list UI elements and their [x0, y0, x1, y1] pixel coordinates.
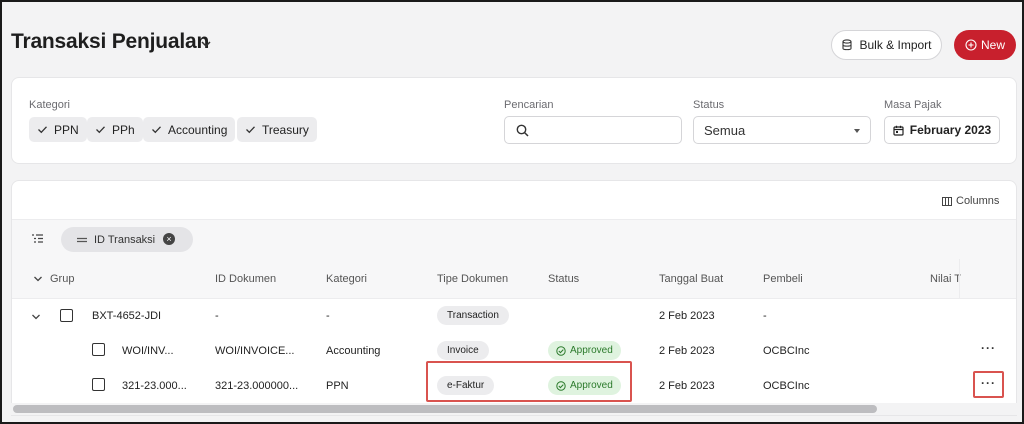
close-icon[interactable]: × [163, 233, 175, 245]
cell-tanggal-buat: 2 Feb 2023 [659, 380, 715, 392]
cell-grup: WOI/INV... [122, 345, 174, 357]
chevron-down-icon[interactable] [33, 275, 43, 283]
new-button[interactable]: New [954, 30, 1016, 60]
header-pembeli[interactable]: Pembeli [763, 273, 803, 285]
check-circle-icon [556, 380, 566, 391]
plus-circle-icon [965, 39, 977, 51]
status-selected-value: Semua [704, 123, 746, 138]
transactions-table: Columns ID Transaksi × Grup ID Dokumen K… [11, 180, 1017, 416]
header-id-dokumen[interactable]: ID Dokumen [215, 273, 276, 285]
tipe-dokumen-tag: Transaction [437, 306, 509, 325]
database-icon [842, 39, 853, 51]
masa-pajak-picker[interactable]: February 2023 [884, 116, 1000, 144]
columns-label: Columns [956, 195, 1000, 207]
pencarian-label: Pencarian [504, 99, 554, 111]
calendar-icon [893, 125, 904, 136]
chevron-down-icon[interactable] [200, 38, 212, 50]
header-status[interactable]: Status [548, 273, 579, 285]
cell-tanggal-buat: 2 Feb 2023 [659, 310, 715, 322]
check-icon [38, 126, 47, 134]
cell-grup: 321-23.000... [122, 380, 187, 392]
status-badge-label: Approved [570, 380, 613, 391]
row-actions-button[interactable]: ··· [981, 376, 996, 390]
header-grup[interactable]: Grup [50, 273, 74, 285]
search-icon [516, 124, 529, 137]
cell-grup: BXT-4652-JDI [92, 310, 162, 322]
header-nilai[interactable]: Nilai T [930, 273, 961, 285]
chevron-down-icon[interactable] [31, 313, 41, 321]
page-header: Transaksi Penjualan Bulk & Import New [2, 2, 1022, 78]
header-kategori[interactable]: Kategori [326, 273, 367, 285]
app-window: Transaksi Penjualan Bulk & Import New Ka… [0, 0, 1024, 424]
kategori-chip-treasury[interactable]: Treasury [237, 117, 317, 142]
status-dropdown[interactable]: Semua [693, 116, 871, 144]
bulk-import-button[interactable]: Bulk & Import [831, 30, 942, 60]
header-tipe-dokumen[interactable]: Tipe Dokumen [437, 273, 508, 285]
table-row[interactable]: 321-23.000... 321-23.000000... PPN e-Fak… [12, 369, 1016, 404]
status-badge: Approved [548, 376, 621, 395]
masa-pajak-value: February 2023 [909, 123, 992, 137]
status-badge: Approved [548, 341, 621, 360]
cell-pembeli: OCBCInc [763, 380, 810, 392]
table-row[interactable]: WOI/INV... WOI/INVOICE... Accounting Inv… [12, 334, 1016, 369]
check-circle-icon [556, 345, 566, 356]
row-checkbox[interactable] [92, 378, 105, 391]
cell-kategori: PPN [326, 380, 349, 392]
drag-handle-icon [77, 237, 87, 242]
cell-tanggal-buat: 2 Feb 2023 [659, 345, 715, 357]
row-checkbox[interactable] [92, 343, 105, 356]
row-actions-button[interactable]: ··· [981, 341, 996, 355]
new-label: New [980, 38, 1005, 52]
group-list-icon[interactable] [32, 234, 43, 243]
caret-down-icon [854, 129, 860, 133]
check-icon [246, 126, 255, 134]
group-row[interactable]: BXT-4652-JDI - - Transaction 2 Feb 2023 … [12, 299, 1016, 334]
status-label: Status [693, 99, 725, 111]
columns-icon [942, 196, 952, 206]
check-icon [96, 126, 105, 134]
cell-pembeli: - [763, 310, 767, 322]
group-chip-label: ID Transaksi [94, 233, 156, 246]
masa-pajak-label: Masa Pajak [884, 99, 942, 111]
chip-label: PPh [112, 122, 135, 137]
column-divider [959, 259, 960, 299]
cell-kategori: - [326, 310, 330, 322]
header-tanggal-buat[interactable]: Tanggal Buat [659, 273, 723, 285]
kategori-chip-pph[interactable]: PPh [87, 117, 143, 142]
chip-label: Accounting [168, 122, 228, 137]
page-title: Transaksi Penjualan [11, 30, 210, 53]
search-input[interactable] [537, 121, 677, 141]
cell-id-dokumen: WOI/INVOICE... [215, 345, 295, 357]
filter-panel: Kategori PPN PPh Accounting Treasury Pen… [11, 77, 1017, 164]
cell-pembeli: OCBCInc [763, 345, 810, 357]
scrollbar-thumb[interactable] [13, 405, 877, 413]
kategori-label: Kategori [29, 99, 70, 111]
cell-id-dokumen: - [215, 310, 219, 322]
tipe-dokumen-tag: e-Faktur [437, 376, 495, 395]
status-badge-label: Approved [570, 345, 613, 356]
bulk-import-label: Bulk & Import [859, 38, 932, 52]
chip-label: Treasury [262, 122, 309, 137]
kategori-chip-ppn[interactable]: PPN [29, 117, 87, 142]
check-icon [152, 126, 161, 134]
horizontal-scrollbar[interactable] [11, 403, 1017, 415]
search-field[interactable] [504, 116, 682, 144]
group-by-chip[interactable]: ID Transaksi × [61, 227, 193, 252]
chip-label: PPN [54, 122, 79, 137]
cell-id-dokumen: 321-23.000000... [215, 380, 299, 392]
table-header: Grup ID Dokumen Kategori Tipe Dokumen St… [12, 259, 1016, 299]
kategori-chip-accounting[interactable]: Accounting [143, 117, 236, 142]
row-checkbox[interactable] [60, 309, 73, 322]
grouping-toolbar: ID Transaksi × [12, 219, 1016, 259]
cell-kategori: Accounting [326, 345, 381, 357]
columns-button[interactable]: Columns [942, 195, 999, 207]
tipe-dokumen-tag: Invoice [437, 341, 489, 360]
